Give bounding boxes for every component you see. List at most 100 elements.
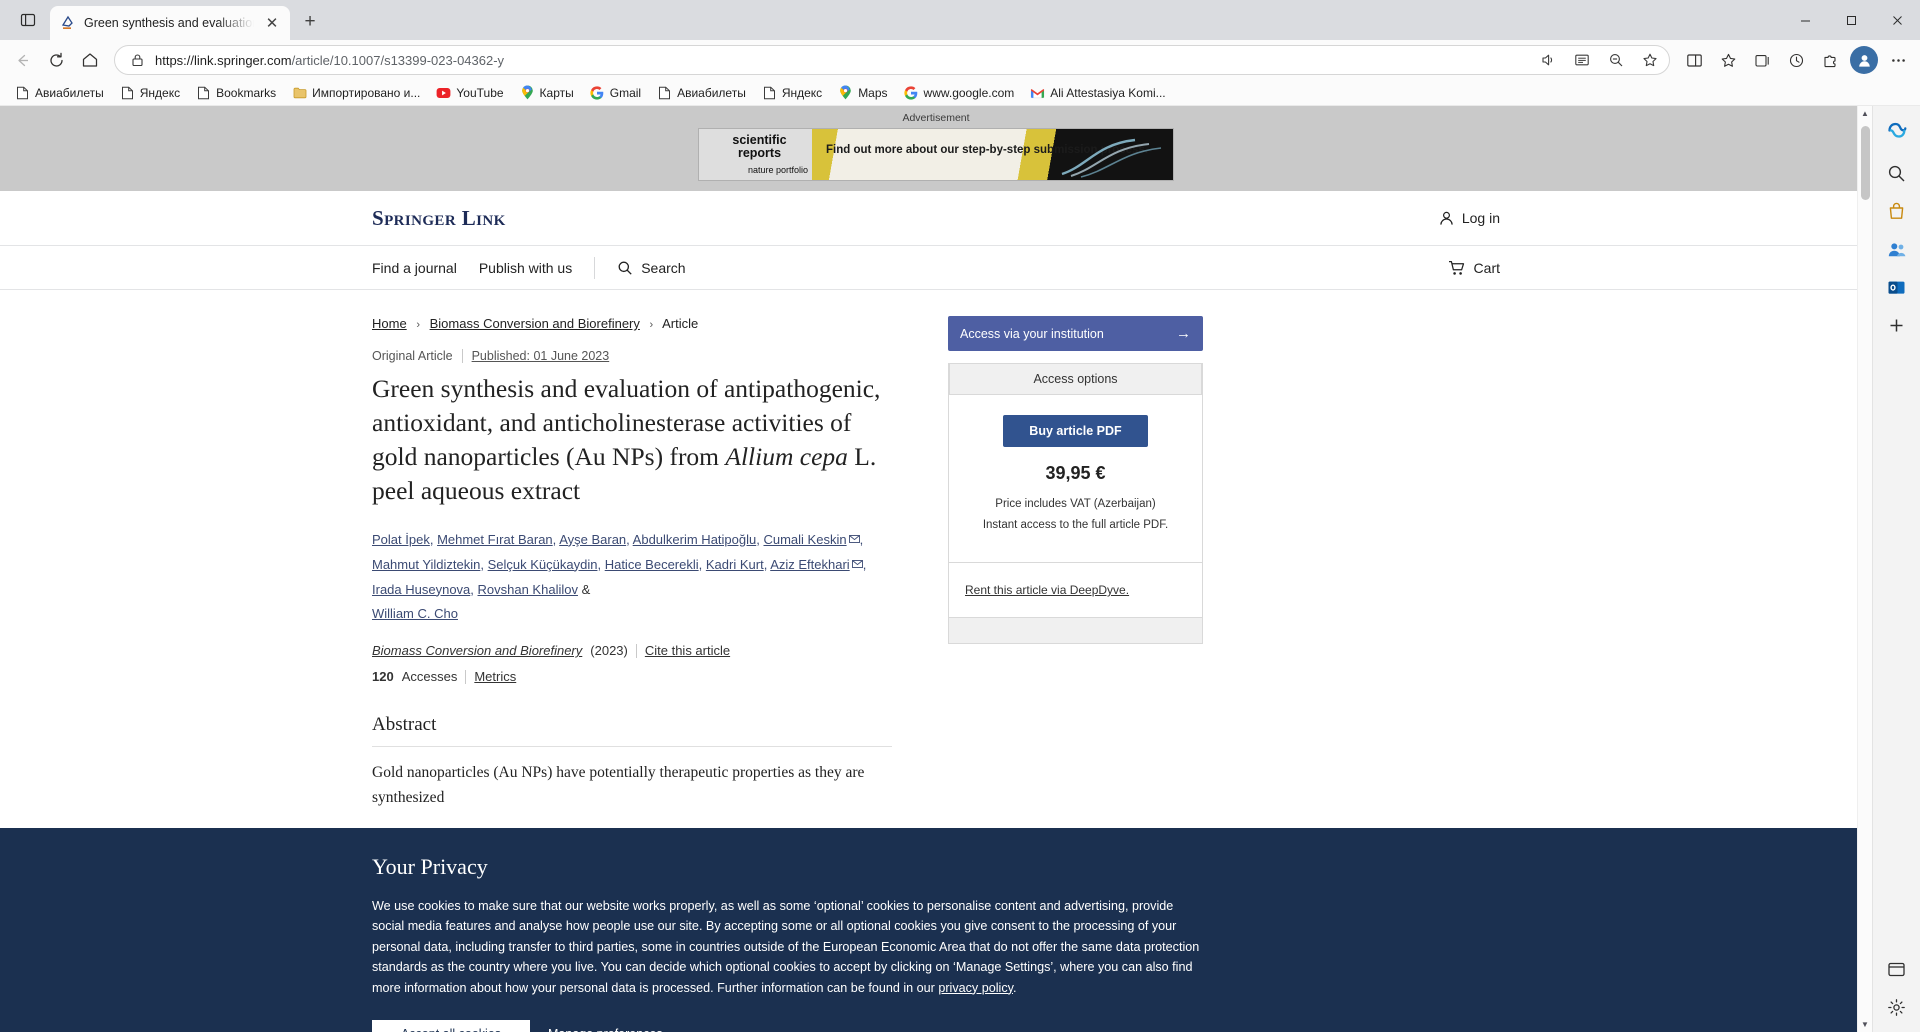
journal-line: Biomass Conversion and Biorefinery (2023… [372, 643, 892, 658]
author-link[interactable]: Hatice Becerekli [605, 557, 699, 572]
published-date[interactable]: Published: 01 June 2023 [472, 349, 610, 363]
author-link[interactable]: Selçuk Küçükaydin [488, 557, 598, 572]
copilot-icon[interactable] [1880, 112, 1914, 146]
bookmark-item[interactable]: Яндекс [113, 82, 187, 103]
nav-find-a-journal[interactable]: Find a journal [372, 260, 457, 276]
page-scrollbar[interactable]: ▲ ▼ [1857, 106, 1872, 1032]
history-button[interactable] [1780, 44, 1812, 76]
nav-cart-label: Cart [1473, 259, 1500, 276]
cookie-consent-banner: Your Privacy We use cookies to make sure… [0, 828, 1872, 1032]
home-button[interactable] [74, 44, 106, 76]
folder-icon [292, 85, 307, 100]
author-link[interactable]: Cumali Keskin [763, 532, 846, 547]
shopping-bag-icon[interactable] [1880, 194, 1914, 228]
search-icon[interactable] [1880, 156, 1914, 190]
more-options-button[interactable] [1882, 44, 1914, 76]
browser-essentials-icon[interactable] [1880, 952, 1914, 986]
collections-button[interactable] [1746, 44, 1778, 76]
reload-button[interactable] [40, 44, 72, 76]
author-link[interactable]: Aziz Eftekhari [770, 557, 849, 572]
bookmark-item[interactable]: Maps [831, 82, 894, 103]
read-aloud-icon[interactable] [1535, 47, 1561, 73]
advertisement-zone: Advertisement scientific reports nature … [0, 106, 1872, 191]
breadcrumb-home[interactable]: Home [372, 316, 407, 331]
minimize-button[interactable] [1782, 0, 1828, 40]
extensions-puzzle-icon [1823, 54, 1836, 67]
author-link[interactable]: Kadri Kurt [706, 557, 764, 572]
ad-brand: scientific reports nature portfolio [699, 129, 812, 180]
split-screen-button[interactable] [1678, 44, 1710, 76]
bookmark-item[interactable]: www.google.com [897, 82, 1022, 103]
author-link[interactable]: Polat İpek [372, 532, 430, 547]
bookmark-item[interactable]: Авиабилеты [8, 82, 111, 103]
corresponding-author-envelope-icon[interactable] [848, 534, 860, 543]
bookmark-folder[interactable]: Импортировано и... [285, 82, 427, 103]
breadcrumb-journal[interactable]: Biomass Conversion and Biorefinery [430, 316, 640, 331]
author-link[interactable]: Rovshan Khalilov [478, 582, 578, 597]
address-bar[interactable]: https://link.springer.com/article/10.100… [114, 45, 1670, 75]
settings-gear-icon[interactable] [1880, 990, 1914, 1024]
home-icon [82, 53, 98, 67]
bookmark-item[interactable]: Яндекс [755, 82, 829, 103]
bookmark-item[interactable]: Ali Attestasiya Komi... [1023, 82, 1172, 103]
metrics-link[interactable]: Metrics [474, 669, 516, 684]
favorites-button[interactable] [1712, 44, 1744, 76]
bookmark-label: www.google.com [923, 85, 1015, 100]
cite-this-article-link[interactable]: Cite this article [645, 643, 730, 658]
springer-logo[interactable]: Springer Link [372, 206, 506, 231]
outlook-icon[interactable] [1880, 270, 1914, 304]
accept-all-cookies-button[interactable]: Accept all cookies [372, 1019, 530, 1032]
bookmark-item[interactable]: YouTube [429, 82, 510, 103]
author-link[interactable]: Mehmet Fırat Baran [437, 532, 553, 547]
cookie-actions: Accept all cookies Manage preferences [372, 1019, 1500, 1032]
bookmark-item[interactable]: Gmail [583, 82, 648, 103]
advertisement-banner[interactable]: scientific reports nature portfolio Find… [698, 128, 1174, 181]
journal-name[interactable]: Biomass Conversion and Biorefinery [372, 643, 582, 658]
title-italic-species: Allium cepa [725, 441, 848, 471]
author-link[interactable]: Mahmut Yildiztekin [372, 557, 480, 572]
authors-ampersand: & [581, 581, 591, 597]
extensions-button[interactable] [1814, 44, 1846, 76]
springer-header: Springer Link Log in Find a journal Publ… [0, 191, 1872, 290]
buy-article-pdf-button[interactable]: Buy article PDF [1003, 415, 1148, 447]
new-tab-button[interactable]: + [296, 8, 324, 36]
zoom-out-icon[interactable] [1603, 47, 1629, 73]
bookmark-item[interactable]: Карты [513, 82, 581, 103]
profile-button[interactable] [1848, 44, 1880, 76]
author-link[interactable]: Irada Huseynova [372, 582, 470, 597]
author-link[interactable]: Abdulkerim Hatipoğlu [633, 532, 757, 547]
maximize-button[interactable] [1828, 0, 1874, 40]
site-info-lock-icon[interactable] [127, 50, 147, 70]
tab-close-button[interactable]: ✕ [262, 13, 282, 33]
journal-year: (2023) [590, 643, 628, 659]
scroll-up-arrow[interactable]: ▲ [1858, 106, 1872, 121]
people-icon[interactable] [1880, 232, 1914, 266]
login-button[interactable]: Log in [1438, 210, 1500, 227]
scroll-down-arrow[interactable]: ▼ [1858, 1017, 1872, 1032]
page-title: Green synthesis and evaluation of antipa… [372, 372, 892, 508]
corresponding-author-envelope-icon[interactable] [851, 559, 863, 568]
scrollbar-thumb[interactable] [1861, 126, 1870, 200]
access-via-institution-button[interactable]: Access via your institution → [948, 316, 1203, 351]
nav-publish-with-us[interactable]: Publish with us [479, 260, 572, 276]
close-window-button[interactable] [1874, 0, 1920, 40]
nav-cart-button[interactable]: Cart [1448, 260, 1500, 276]
nav-search-label: Search [641, 259, 686, 276]
author-link[interactable]: William C. Cho [372, 606, 458, 621]
manage-preferences-button[interactable]: Manage preferences [548, 1027, 663, 1032]
immersive-reader-icon[interactable] [1569, 47, 1595, 73]
rent-deepdyve-link[interactable]: Rent this article via DeepDyve. [965, 583, 1129, 597]
bookmarks-bar: Авиабилеты Яндекс Bookmarks Импортирован… [0, 80, 1920, 106]
author-link[interactable]: Ayşe Baran [559, 532, 626, 547]
bookmark-item[interactable]: Bookmarks [189, 82, 283, 103]
nav-search-button[interactable]: Search [617, 259, 686, 276]
add-favorite-icon[interactable] [1637, 47, 1663, 73]
google-g-icon [590, 85, 605, 100]
tab-actions-button[interactable] [6, 0, 50, 40]
add-icon[interactable] [1880, 308, 1914, 342]
browser-tab[interactable]: Green synthesis and evaluation o ✕ [50, 6, 290, 40]
bookmark-item[interactable]: Авиабилеты [650, 82, 753, 103]
privacy-policy-link[interactable]: privacy policy [938, 981, 1013, 995]
back-button[interactable] [6, 44, 38, 76]
youtube-icon [436, 85, 451, 100]
